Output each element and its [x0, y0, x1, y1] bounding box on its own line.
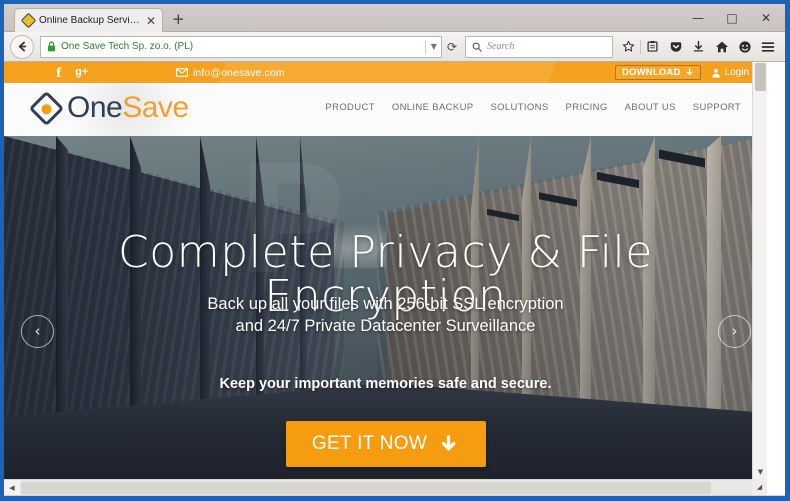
reload-button[interactable]: ⟳ — [442, 40, 462, 54]
hero-carousel: P ‹ › Complete Privacy & File Encryption… — [4, 136, 767, 479]
close-tab-icon[interactable]: ✕ — [146, 15, 156, 27]
site-header: OneSave PRODUCT ONLINE BACKUP SOLUTIONS … — [4, 83, 767, 136]
nav-item-support[interactable]: SUPPORT — [693, 102, 741, 113]
hamburger-menu-icon[interactable] — [756, 34, 779, 60]
web-page: f g+ info@onesave.com DOWNLOAD Login One… — [4, 62, 767, 479]
scroll-left-button[interactable]: ◀ — [4, 480, 20, 495]
back-arrow-icon — [18, 41, 26, 52]
hero-subheading-line-1: Back up all your files with 256-bit SSL … — [207, 295, 564, 313]
horizontal-scrollbar-thumb[interactable] — [21, 482, 711, 494]
download-arrow-icon — [686, 68, 692, 76]
browser-tab[interactable]: Online Backup Services, Cl... ✕ — [14, 8, 164, 32]
logo-text: OneSave — [67, 93, 189, 123]
chevron-down-icon[interactable]: ▼ — [431, 42, 437, 51]
home-icon[interactable] — [710, 34, 733, 60]
hero-tagline: Keep your important memories safe and se… — [219, 376, 552, 392]
envelope-icon — [176, 68, 188, 77]
logo-center-dot — [39, 100, 54, 116]
address-bar-divider — [424, 39, 426, 54]
google-plus-icon[interactable]: g+ — [75, 67, 88, 78]
login-button[interactable]: Login — [711, 67, 749, 78]
logo-text-one: One — [67, 91, 123, 124]
pocket-icon[interactable] — [664, 34, 687, 60]
search-icon — [472, 42, 482, 52]
site-logo[interactable]: OneSave — [28, 90, 189, 126]
facebook-icon[interactable]: f — [56, 67, 61, 79]
site-identity-label: One Save Tech Sp. zo.o. (PL) — [61, 41, 194, 52]
chevron-left-icon: ‹ — [34, 322, 41, 340]
bookmark-star-icon[interactable] — [617, 34, 640, 60]
nav-item-online-backup[interactable]: ONLINE BACKUP — [392, 102, 474, 113]
close-window-button[interactable]: ✕ — [749, 4, 783, 32]
back-button[interactable] — [10, 34, 34, 59]
window-controls: — □ ✕ — [681, 4, 783, 32]
vertical-scrollbar-thumb[interactable] — [755, 63, 766, 91]
browser-window-inner: Online Backup Services, Cl... ✕ + — □ ✕ … — [4, 4, 785, 496]
search-placeholder: Search — [487, 41, 515, 52]
download-button[interactable]: DOWNLOAD — [614, 65, 701, 80]
resize-corner[interactable]: ◢ — [752, 479, 767, 495]
nav-item-solutions[interactable]: SOLUTIONS — [490, 102, 548, 113]
browser-window: Online Backup Services, Cl... ✕ + — □ ✕ … — [0, 0, 790, 501]
carousel-next-button[interactable]: › — [718, 315, 751, 348]
downloads-icon[interactable] — [687, 34, 710, 60]
site-utility-bar: f g+ info@onesave.com DOWNLOAD Login — [4, 62, 767, 83]
utility-bar-actions: DOWNLOAD Login — [614, 62, 749, 83]
download-label: DOWNLOAD — [621, 67, 681, 78]
maximize-button[interactable]: □ — [715, 4, 749, 32]
download-arrow-icon — [441, 434, 456, 451]
browser-toolbar: One Save Tech Sp. zo.o. (PL) ▼ ⟳ Search — [4, 32, 785, 62]
user-icon — [711, 68, 720, 77]
nav-item-about-us[interactable]: ABOUT US — [625, 102, 676, 113]
search-input[interactable]: Search — [465, 35, 613, 58]
diamond-logo-icon — [28, 90, 65, 126]
carousel-prev-button[interactable]: ‹ — [21, 315, 54, 348]
account-icon[interactable] — [733, 34, 756, 60]
toolbar-icons — [617, 34, 779, 60]
page-viewport: f g+ info@onesave.com DOWNLOAD Login One… — [4, 62, 785, 495]
lock-icon — [47, 41, 56, 52]
chevron-right-icon: › — [731, 322, 738, 340]
tab-title: Online Backup Services, Cl... — [39, 15, 141, 26]
login-label: Login — [724, 67, 749, 78]
nav-item-pricing[interactable]: PRICING — [566, 102, 608, 113]
social-links: f g+ — [56, 62, 88, 83]
hero-subheading-line-2: and 24/7 Private Datacenter Surveillance — [235, 317, 536, 336]
email-text: info@onesave.com — [193, 66, 285, 79]
hero-content: Complete Privacy & File Encryption Back … — [4, 136, 767, 479]
nav-item-product[interactable]: PRODUCT — [325, 102, 374, 113]
logo-text-save: Save — [122, 91, 189, 124]
tab-bar: Online Backup Services, Cl... ✕ + — □ ✕ — [4, 4, 785, 32]
hero-subheading: Back up all your files with 256-bit SSL … — [4, 293, 767, 338]
horizontal-scrollbar[interactable]: ◀ ◢ — [4, 479, 767, 495]
library-icon[interactable] — [641, 34, 664, 60]
new-tab-button[interactable]: + — [172, 12, 185, 27]
address-bar[interactable]: One Save Tech Sp. zo.o. (PL) ▼ — [40, 35, 442, 58]
main-navigation: PRODUCT ONLINE BACKUP SOLUTIONS PRICING … — [325, 102, 741, 113]
minimize-button[interactable]: — — [681, 4, 715, 32]
get-it-now-button[interactable]: GET IT NOW — [285, 421, 486, 467]
cta-label: GET IT NOW — [311, 433, 428, 454]
diamond-favicon — [20, 12, 37, 29]
contact-email[interactable]: info@onesave.com — [176, 62, 285, 83]
